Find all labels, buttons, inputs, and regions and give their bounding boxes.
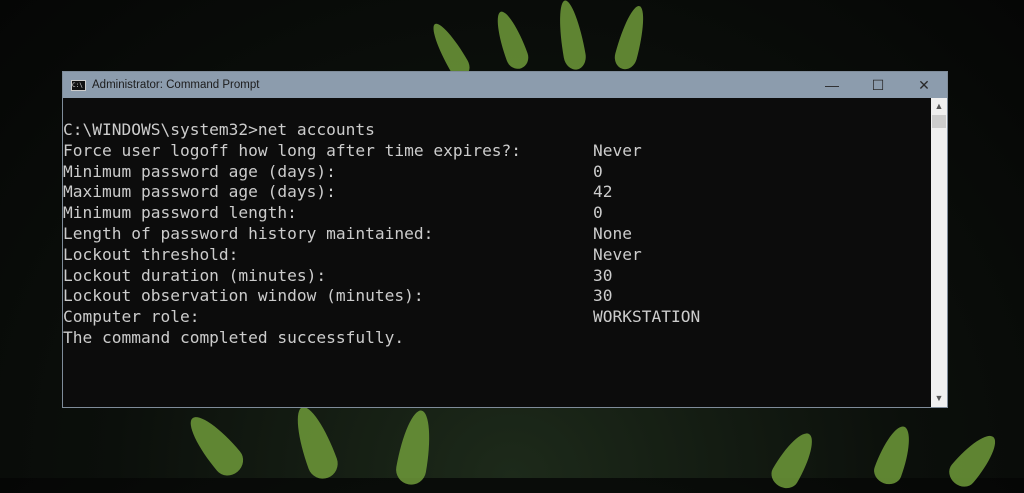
- setting-value: WORKSTATION: [593, 307, 701, 327]
- account-setting-row: Minimum password age (days): 0: [63, 162, 931, 183]
- setting-name: Lockout threshold:: [63, 244, 239, 264]
- setting-name: Minimum password age (days):: [63, 161, 336, 181]
- setting-name: Lockout duration (minutes):: [63, 265, 327, 285]
- fern-leaf: [611, 3, 651, 72]
- account-setting-row: Lockout observation window (minutes): 30: [63, 286, 931, 307]
- fern-leaf: [288, 402, 342, 483]
- setting-name: Lockout observation window (minutes):: [63, 286, 424, 306]
- setting-name: Force user logoff how long after time ex…: [63, 140, 522, 160]
- window-title: Administrator: Command Prompt: [92, 79, 260, 91]
- fern-leaf: [766, 427, 822, 493]
- setting-value: 0: [593, 161, 603, 181]
- account-setting-row: Computer role: WORKSTATION: [63, 307, 931, 328]
- fern-leaf: [554, 0, 588, 72]
- setting-value: 30: [593, 265, 613, 285]
- scroll-thumb[interactable]: [932, 115, 946, 128]
- command-prompt-window: C:\ Administrator: Command Prompt — ☐ ✕ …: [62, 71, 948, 408]
- account-setting-row: Force user logoff how long after time ex…: [63, 141, 931, 162]
- fern-leaf: [870, 422, 918, 488]
- setting-name: Computer role:: [63, 307, 200, 327]
- account-setting-row: Maximum password age (days): 42: [63, 182, 931, 203]
- fern-leaf: [393, 407, 437, 488]
- cmd-icon: C:\: [71, 79, 86, 91]
- scroll-down-arrow-icon[interactable]: ▼: [931, 390, 947, 407]
- maximize-button[interactable]: ☐: [855, 72, 901, 98]
- scroll-up-arrow-icon[interactable]: ▲: [931, 98, 947, 115]
- setting-value: 30: [593, 286, 613, 306]
- vertical-scrollbar[interactable]: ▲ ▼: [931, 98, 947, 407]
- prompt-line: C:\WINDOWS\system32>net accounts: [63, 120, 375, 139]
- setting-name: Maximum password age (days):: [63, 182, 336, 202]
- account-setting-row: Lockout duration (minutes): 30: [63, 266, 931, 287]
- account-setting-row: Length of password history maintained: No…: [63, 224, 931, 245]
- account-setting-row: Lockout threshold: Never: [63, 245, 931, 266]
- fern-leaf: [181, 408, 249, 482]
- result-line: The command completed successfully.: [63, 327, 405, 347]
- setting-name: Minimum password length:: [63, 203, 297, 223]
- fern-leaf: [490, 8, 532, 72]
- close-button[interactable]: ✕: [901, 72, 947, 98]
- setting-name: Length of password history maintained:: [63, 223, 434, 243]
- setting-value: 0: [593, 203, 603, 223]
- setting-value: 42: [593, 182, 613, 202]
- setting-value: None: [593, 223, 632, 243]
- setting-value: Never: [593, 244, 642, 264]
- account-setting-row: Minimum password length: 0: [63, 203, 931, 224]
- fern-leaf: [943, 428, 1005, 492]
- console-output[interactable]: C:\WINDOWS\system32>net accounts Force u…: [63, 98, 931, 407]
- setting-value: Never: [593, 140, 642, 160]
- minimize-button[interactable]: —: [809, 72, 855, 98]
- title-bar[interactable]: C:\ Administrator: Command Prompt — ☐ ✕: [63, 72, 947, 98]
